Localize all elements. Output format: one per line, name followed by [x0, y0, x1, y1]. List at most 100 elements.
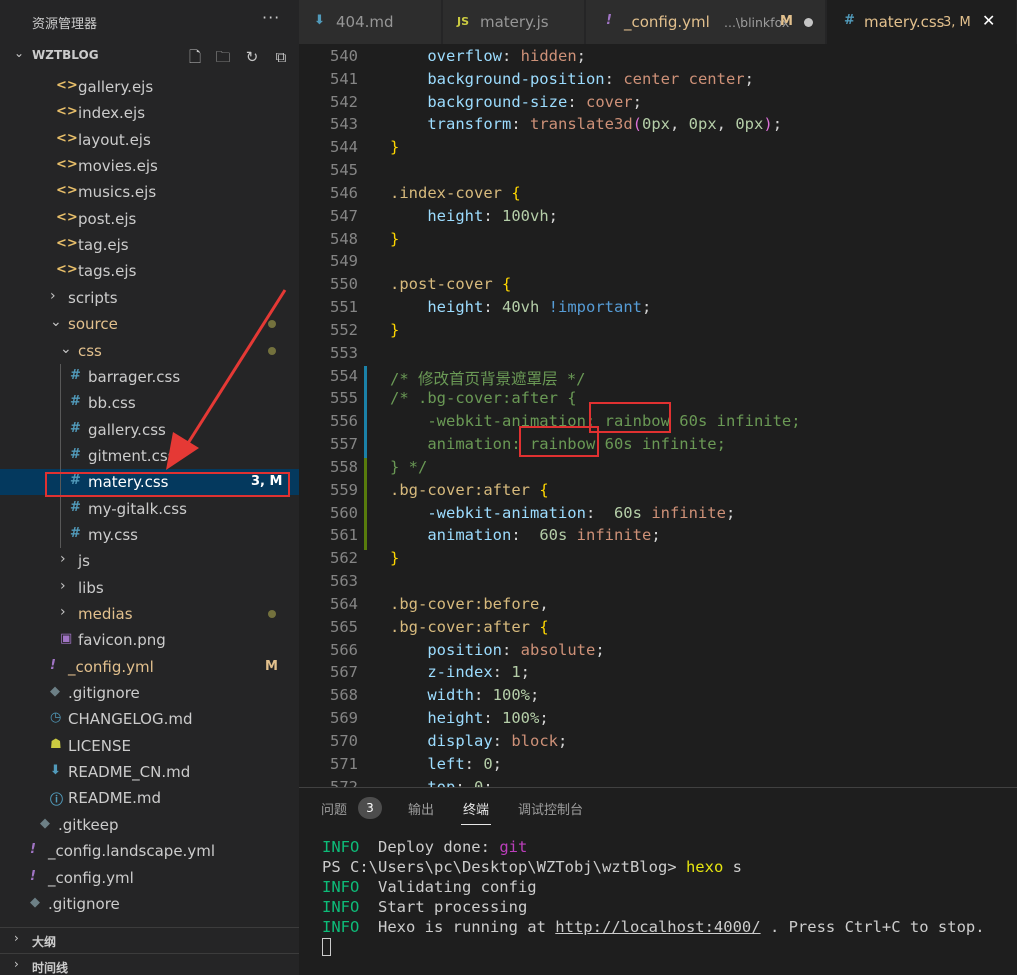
tree-item-label: .gitkeep	[58, 815, 119, 834]
git-file-icon: ◆	[50, 684, 60, 700]
markdown-file-icon: ◷	[50, 710, 62, 726]
code-line: 550 .post-cover {	[299, 273, 1017, 296]
tree-item[interactable]: ◆ .gitignore	[0, 891, 299, 917]
tree-item[interactable]: › scripts	[0, 285, 299, 311]
tree-item[interactable]: # gallery.css	[0, 417, 299, 443]
tab-debug-console[interactable]: 调试控制台	[518, 799, 583, 818]
tree-item-label: _config.yml	[68, 657, 154, 676]
code-line: 568 width: 100%;	[299, 684, 1017, 707]
line-number: 553	[330, 343, 358, 362]
tab-output[interactable]: 输出	[408, 799, 434, 818]
markdown-icon: ⬇	[314, 13, 325, 28]
line-number: 563	[330, 572, 358, 591]
timeline-section[interactable]: › 时间线	[0, 953, 299, 975]
tree-item[interactable]: # my.css	[0, 522, 299, 548]
code-line: 560 -webkit-animation: 60s infinite;	[299, 502, 1017, 525]
tree-item[interactable]: › medias	[0, 601, 299, 627]
tree-item[interactable]: <> tags.ejs	[0, 258, 299, 284]
tree-item-label: README.md	[68, 789, 162, 808]
tree-item[interactable]: # gitment.css	[0, 443, 299, 469]
tree-item[interactable]: ! _config.landscape.yml	[0, 838, 299, 864]
tree-item[interactable]: <> index.ejs	[0, 100, 299, 126]
line-content: }	[390, 229, 400, 248]
code-file-icon: <>	[56, 130, 78, 146]
tab-matery-js[interactable]: JS matery.js	[443, 0, 585, 44]
project-title: WZTBLOG	[32, 48, 99, 62]
tree-item[interactable]: ◆ .gitkeep	[0, 812, 299, 838]
tree-item[interactable]: <> musics.ejs	[0, 179, 299, 205]
line-content: }	[390, 138, 400, 157]
terminal-line: INFO Deploy done: git	[322, 838, 528, 856]
line-number: 566	[330, 640, 358, 659]
css-file-icon: #	[70, 367, 81, 383]
tree-item[interactable]: ! _config.yml	[0, 865, 299, 891]
more-actions-icon[interactable]: ···	[262, 8, 280, 27]
code-line: 569 height: 100%;	[299, 707, 1017, 730]
tree-item[interactable]: ◆ .gitignore	[0, 680, 299, 706]
css-file-icon: #	[70, 525, 81, 541]
tree-item[interactable]: ◷ CHANGELOG.md	[0, 706, 299, 732]
line-number: 570	[330, 731, 358, 750]
gutter-added-marker	[364, 458, 367, 550]
code-line: 543 transform: translate3d(0px, 0px, 0px…	[299, 113, 1017, 136]
new-file-icon[interactable]: 🗋	[185, 47, 205, 67]
code-file-icon: <>	[56, 183, 78, 199]
chevron-down-icon: ⌄	[50, 314, 62, 331]
code-line: 566 position: absolute;	[299, 639, 1017, 662]
tree-item-label: CHANGELOG.md	[68, 710, 193, 729]
tab-matery-css[interactable]: # matery.css 3, M ✕	[827, 0, 1017, 44]
tree-item[interactable]: <> movies.ejs	[0, 153, 299, 179]
line-content: z-index: 1;	[427, 663, 531, 682]
tree-item[interactable]: <> post.ejs	[0, 206, 299, 232]
tree-item[interactable]: # bb.css	[0, 390, 299, 416]
chevron-down-icon: ⌄	[14, 46, 25, 60]
code-file-icon: <>	[56, 104, 78, 120]
tree-item-label: source	[68, 315, 118, 334]
close-icon[interactable]: ✕	[982, 11, 995, 30]
project-header[interactable]: ⌄ WZTBLOG 🗋 🗀 ↻ ⧉	[0, 44, 299, 68]
code-line: 551 height: 40vh !important;	[299, 296, 1017, 319]
line-number: 564	[330, 594, 358, 613]
code-line: 563	[299, 570, 1017, 593]
collapse-all-icon[interactable]: ⧉	[271, 47, 291, 67]
unsaved-dot-icon[interactable]	[804, 18, 813, 27]
tree-item[interactable]: ⌄ css	[0, 338, 299, 364]
tree-item[interactable]: ☗ LICENSE	[0, 733, 299, 759]
outline-label: 大纲	[32, 935, 57, 949]
code-editor[interactable]: 540 overflow: hidden; 541 background-posi…	[299, 44, 1017, 787]
tree-item[interactable]: ⬇ README_CN.md	[0, 759, 299, 785]
refresh-icon[interactable]: ↻	[242, 47, 262, 67]
tree-item-label: layout.ejs	[78, 130, 151, 149]
line-number: 545	[330, 161, 358, 180]
chevron-right-icon: ›	[14, 931, 19, 945]
tree-item[interactable]: › libs	[0, 575, 299, 601]
tab-404-md[interactable]: ⬇ 404.md	[299, 0, 442, 44]
tree-item[interactable]: # barrager.css	[0, 364, 299, 390]
line-number: 556	[330, 412, 358, 431]
tree-item[interactable]: ⓘ README.md	[0, 785, 299, 811]
outline-section[interactable]: › 大纲	[0, 927, 299, 953]
tree-item[interactable]: ! _config.yml M	[0, 654, 299, 680]
tab-config-yml[interactable]: ! _config.yml ...\blinkfox M	[586, 0, 826, 44]
license-file-icon: ☗	[50, 736, 62, 752]
tree-item[interactable]: ▣ favicon.png	[0, 627, 299, 653]
code-file-icon: <>	[56, 209, 78, 225]
line-content: top: 0;	[427, 777, 493, 787]
code-line: 554 /* 修改首页背景遮罩层 */	[299, 365, 1017, 388]
tab-problems[interactable]: 问题	[321, 799, 347, 818]
tree-item[interactable]: › js	[0, 548, 299, 574]
tree-item[interactable]: ⌄ source	[0, 311, 299, 337]
line-number: 562	[330, 549, 358, 568]
chevron-right-icon: ›	[60, 604, 66, 620]
tree-item[interactable]: <> tag.ejs	[0, 232, 299, 258]
tree-item[interactable]: <> layout.ejs	[0, 127, 299, 153]
tab-terminal[interactable]: 终端	[463, 799, 489, 818]
code-line: 559 .bg-cover:after {	[299, 479, 1017, 502]
tree-item[interactable]: <> gallery.ejs	[0, 74, 299, 100]
explorer-title: 资源管理器	[32, 17, 98, 32]
new-folder-icon[interactable]: 🗀	[213, 47, 233, 67]
line-content: .post-cover {	[390, 275, 512, 294]
line-number: 557	[330, 435, 358, 454]
tree-item[interactable]: # my-gitalk.css	[0, 496, 299, 522]
line-number: 543	[330, 115, 358, 134]
